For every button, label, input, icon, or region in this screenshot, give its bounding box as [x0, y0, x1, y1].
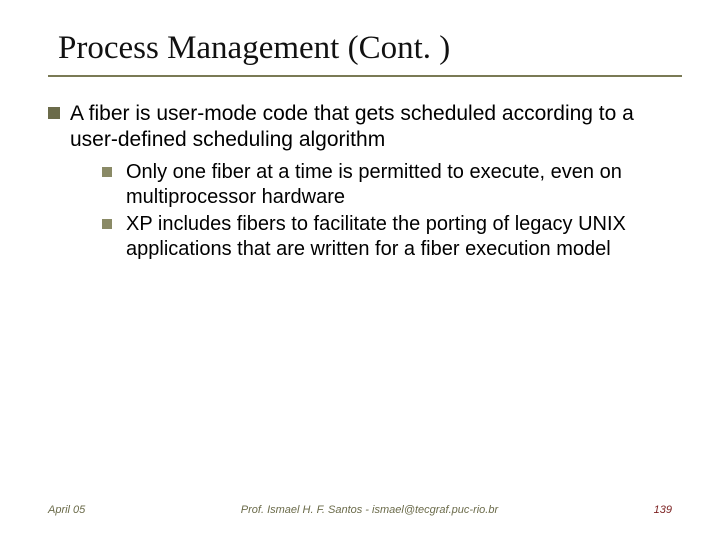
title-underline [48, 75, 682, 77]
footer-author: Prof. Ismael H. F. Santos - ismael@tecgr… [85, 504, 653, 516]
square-bullet-icon [102, 167, 112, 177]
slide-footer: April 05 Prof. Ismael H. F. Santos - ism… [48, 504, 672, 516]
slide-title: Process Management (Cont. ) [48, 30, 672, 67]
square-bullet-icon [102, 219, 112, 229]
sub-bullet-row: XP includes fibers to facilitate the por… [102, 212, 672, 262]
main-bullet-row: A fiber is user-mode code that gets sche… [48, 101, 672, 154]
sub-bullet-row: Only one fiber at a time is permitted to… [102, 160, 672, 210]
footer-date: April 05 [48, 504, 85, 516]
square-bullet-icon [48, 107, 60, 119]
sub-bullet-text: XP includes fibers to facilitate the por… [126, 212, 672, 262]
sub-bullet-list: Only one fiber at a time is permitted to… [102, 160, 672, 262]
sub-bullet-text: Only one fiber at a time is permitted to… [126, 160, 672, 210]
footer-page-number: 139 [654, 504, 672, 516]
main-bullet-text: A fiber is user-mode code that gets sche… [70, 101, 672, 154]
